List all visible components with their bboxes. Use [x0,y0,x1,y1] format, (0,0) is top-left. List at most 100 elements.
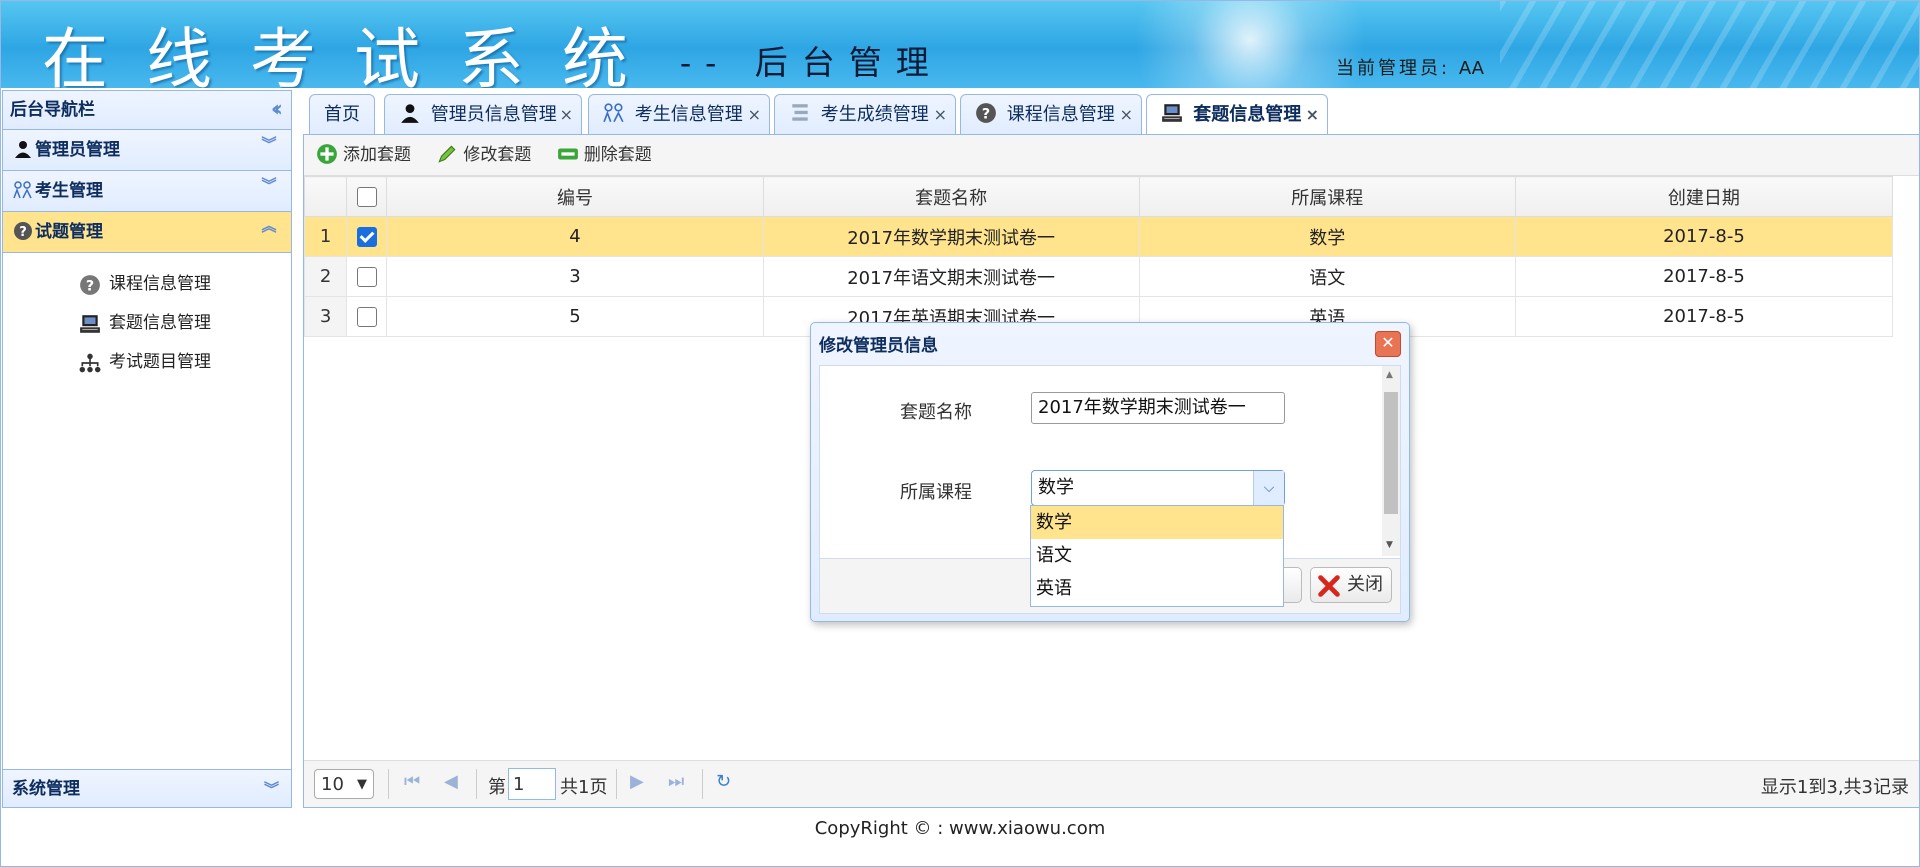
tab-home[interactable]: 首页 [309,94,375,134]
toolbar: 添加套题 修改套题 删除套题 [304,135,1919,176]
svg-text:?: ? [982,107,990,123]
row-select-cell[interactable] [346,256,388,297]
pager-info: 显示1到3,共3记录 [1760,777,1909,798]
chevron-double-down-icon: ︾ [263,780,279,798]
tab-student-scores[interactable]: 考生成绩管理 × [774,94,956,134]
add-paper-button[interactable]: 添加套题 [316,135,411,175]
column-header-date[interactable]: 创建日期 [1514,176,1894,217]
chevron-down-icon[interactable]: ⌵ [1253,471,1284,505]
dialog-close-button[interactable]: 关闭 [1310,567,1392,603]
sidebar-item-course-info[interactable]: ? 课程信息管理 [3,265,291,304]
sidebar-item-exam-questions[interactable]: 考试题目管理 [3,343,291,382]
header-rays [1500,0,1920,88]
dropdown-option[interactable]: 数学 [1031,506,1283,539]
edit-paper-button[interactable]: 修改套题 [436,135,531,175]
scrollbar-thumb[interactable] [1384,392,1398,514]
dialog-scrollbar[interactable]: ▲ ▼ [1382,366,1400,556]
page-number-input[interactable]: 1 [508,768,556,800]
cell-date: 2017-8-5 [1514,256,1894,297]
collapse-left-icon[interactable]: ‹‹ [271,91,283,129]
dropdown-option[interactable]: 语文 [1031,539,1283,572]
tab-label: 管理员信息管理 [430,104,557,125]
close-icon[interactable]: × [560,95,573,135]
user-icon [401,104,419,123]
sidebar-item-paper-info[interactable]: 套题信息管理 [3,304,291,343]
close-icon[interactable]: × [1120,95,1133,135]
first-page-icon[interactable]: ⏮ [404,771,420,792]
sidebar-group-label: 系统管理 [12,779,80,799]
row-number: 1 [303,216,348,257]
tab-label: 课程信息管理 [1006,104,1115,125]
tab-student-info[interactable]: 考生信息管理 × [588,94,770,134]
page-total: 共1页 [560,777,608,798]
close-icon[interactable]: × [1306,95,1319,135]
cell-course: 数学 [1138,216,1516,257]
remove-icon [557,148,578,160]
sidebar-item-label: 套题信息管理 [109,313,211,333]
question-icon: ? [14,222,32,240]
students-icon [13,181,32,199]
scroll-up-icon[interactable]: ▲ [1386,370,1393,380]
chevron-down-icon: ▼ [357,777,367,792]
dialog-close-label: 关闭 [1347,574,1383,595]
sidebar: 后台导航栏 ‹‹ 管理员管理 ︾ 考生管理 ︾ ? 试题管理 ︽ ? 课程信息管… [2,90,292,808]
cell-name: 2017年语文期末测试卷一 [762,256,1140,297]
cell-date: 2017-8-5 [1514,296,1894,337]
dialog-close-icon[interactable]: ✕ [1375,331,1401,357]
column-header-course[interactable]: 所属课程 [1138,176,1516,217]
row-checkbox[interactable] [356,307,377,327]
current-admin-label: 当前管理员: [1336,58,1451,79]
tab-admin-info[interactable]: 管理员信息管理 × [384,94,582,134]
tab-label: 考生成绩管理 [820,104,929,125]
tree-icon [79,353,101,373]
row-select-cell[interactable] [346,296,388,337]
select-all-checkbox[interactable] [356,187,377,207]
table-row[interactable]: 1 4 2017年数学期末测试卷一 数学 2017-8-5 [303,216,1894,257]
paper-name-input[interactable]: 2017年数学期末测试卷一 [1031,392,1285,424]
delete-paper-button[interactable]: 删除套题 [557,135,652,175]
last-page-icon[interactable]: ⏭ [668,771,684,792]
sidebar-item-label: 课程信息管理 [109,274,211,294]
course-combobox-value: 数学 [1038,477,1074,498]
row-checkbox[interactable] [356,227,377,247]
refresh-icon[interactable]: ↻ [716,771,731,792]
column-header-name[interactable]: 套题名称 [762,176,1140,217]
pencil-icon [438,145,456,163]
sidebar-group-admin[interactable]: 管理员管理 ︾ [3,130,291,171]
close-icon[interactable]: × [748,95,761,135]
question-icon: ? [976,103,996,123]
row-number: 2 [303,256,348,297]
tab-paper-info[interactable]: 套题信息管理 × [1146,94,1328,136]
add-icon [317,144,337,164]
course-combobox[interactable]: 数学 ⌵ [1031,470,1285,506]
next-page-icon[interactable]: ▶ [630,771,644,792]
select-all-header[interactable] [346,176,388,217]
svg-text:?: ? [86,279,94,295]
sidebar-group-questions[interactable]: ? 试题管理 ︽ [3,212,291,253]
row-select-cell[interactable] [346,216,388,257]
column-header-id[interactable]: 编号 [386,176,764,217]
question-icon: ? [80,275,100,295]
pagination-bar: 10 ▼ ⏮ ◀ 第 1 共1页 ▶ ⏭ ↻ 显示1到3,共3记录 [304,760,1919,807]
dialog-title: 修改管理员信息 [819,336,938,356]
cell-id: 5 [386,296,764,337]
dropdown-option[interactable]: 英语 [1031,572,1283,605]
table-row[interactable]: 2 3 2017年语文期末测试卷一 语文 2017-8-5 [303,256,1894,297]
scroll-down-icon[interactable]: ▼ [1386,540,1393,550]
page-prefix: 第 [488,777,506,798]
page-size-select[interactable]: 10 ▼ [314,769,374,799]
table-header-row: 编号 套题名称 所属课程 创建日期 [303,176,1894,217]
tab-course-info[interactable]: ? 课程信息管理 × [960,94,1142,134]
close-icon[interactable]: × [934,95,947,135]
footer-copyright: CopyRight © : www.xiaowu.com [814,818,1106,839]
prev-page-icon[interactable]: ◀ [444,771,458,792]
tab-label: 考生信息管理 [634,104,743,125]
sidebar-group-students[interactable]: 考生管理 ︾ [3,171,291,212]
sidebar-group-system[interactable]: 系统管理 ︾ [3,769,291,807]
row-checkbox[interactable] [356,267,377,287]
pager-separator [476,769,477,799]
cell-date: 2017-8-5 [1514,216,1894,257]
cell-name: 2017年数学期末测试卷一 [762,216,1140,257]
students-icon [603,103,624,123]
sidebar-group-label: 管理员管理 [35,140,120,160]
